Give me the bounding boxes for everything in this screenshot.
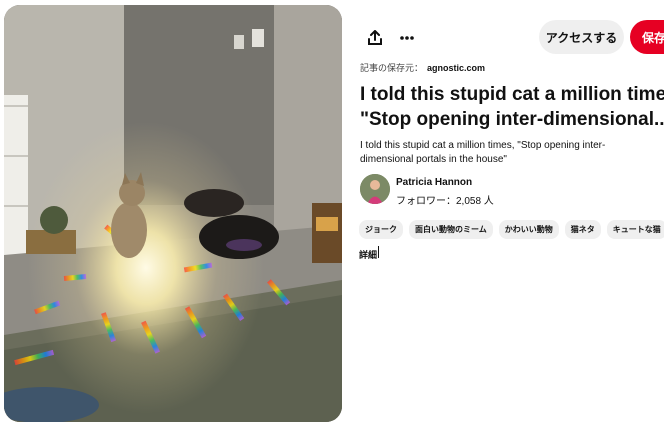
follower-count: フォロワー：2,058 人 [396, 196, 494, 207]
source-line: 記事の保存元： agnostic.com [360, 61, 485, 74]
more-details-link[interactable]: 詳細 [359, 248, 377, 261]
save-button[interactable]: 保存 [630, 20, 664, 54]
pin-description: I told this stupid cat a million times, … [360, 140, 606, 165]
avatar[interactable] [360, 174, 390, 204]
creator-name[interactable]: Patricia Hannon [396, 177, 472, 188]
visit-site-button[interactable]: アクセスする [539, 20, 624, 54]
tag-chip[interactable]: 猫ネタ [564, 220, 601, 239]
more-dots-icon [400, 36, 414, 40]
tag-chip[interactable]: ジョーク [359, 220, 403, 239]
cat-rainbow-photo [4, 5, 342, 422]
tag-chip[interactable]: キュートな猫 [606, 220, 664, 239]
pin-title: I told this stupid cat a million times, … [360, 84, 664, 130]
pin-image[interactable] [4, 5, 342, 422]
tag-list: ジョーク 面白い動物のミーム かわいい動物 猫ネタ キュートな猫 癒 [359, 220, 664, 239]
text-cursor [378, 246, 379, 258]
tag-chip[interactable]: かわいい動物 [498, 220, 559, 239]
source-prefix: 記事の保存元： [360, 63, 424, 73]
share-upload-icon [368, 30, 382, 45]
share-button[interactable] [361, 24, 389, 52]
avatar-photo [360, 174, 390, 204]
more-options-button[interactable] [393, 24, 421, 52]
source-link[interactable]: agnostic.com [427, 63, 485, 73]
tag-chip[interactable]: 面白い動物のミーム [409, 220, 493, 239]
